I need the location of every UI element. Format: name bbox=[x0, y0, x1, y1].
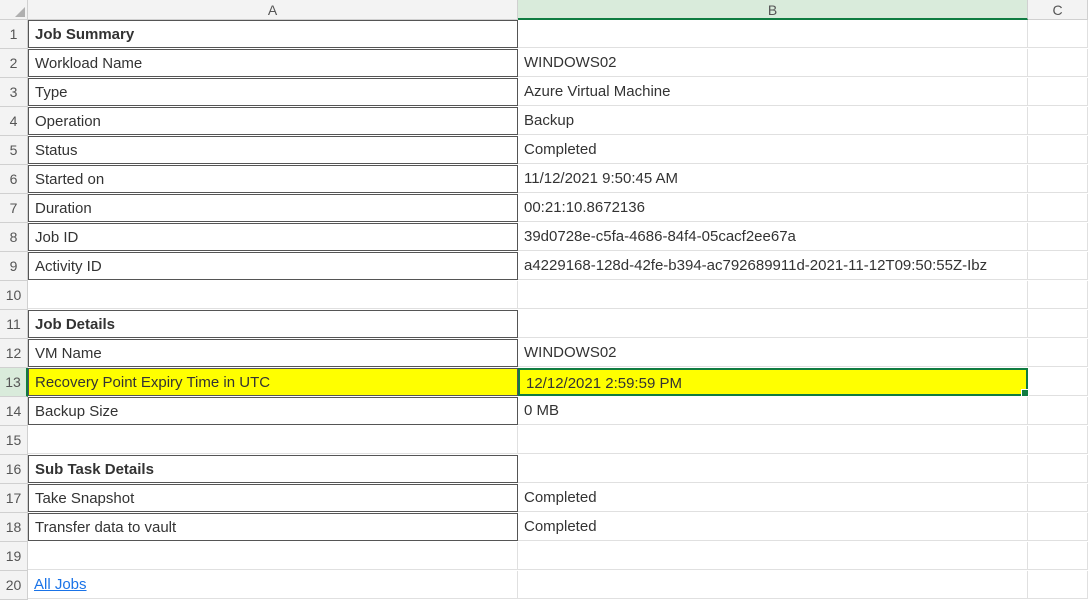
cell-b11[interactable] bbox=[518, 310, 1028, 338]
cell-a12[interactable]: VM Name bbox=[28, 339, 518, 367]
cell-c10[interactable] bbox=[1028, 281, 1088, 309]
cell-c18[interactable] bbox=[1028, 513, 1088, 541]
cell-b16[interactable] bbox=[518, 455, 1028, 483]
cell-b6[interactable]: 11/12/2021 9:50:45 AM bbox=[518, 165, 1028, 193]
all-jobs-link[interactable]: All Jobs bbox=[34, 576, 87, 593]
cell-c11[interactable] bbox=[1028, 310, 1088, 338]
row-header[interactable]: 1 bbox=[0, 20, 28, 49]
cell-a7[interactable]: Duration bbox=[28, 194, 518, 222]
cell-b15[interactable] bbox=[518, 426, 1028, 454]
cell-c12[interactable] bbox=[1028, 339, 1088, 367]
cell-a8[interactable]: Job ID bbox=[28, 223, 518, 251]
cell-a4[interactable]: Operation bbox=[28, 107, 518, 135]
row-header[interactable]: 10 bbox=[0, 281, 28, 310]
cell-c7[interactable] bbox=[1028, 194, 1088, 222]
cell-a11[interactable]: Job Details bbox=[28, 310, 518, 338]
cell-c8[interactable] bbox=[1028, 223, 1088, 251]
row-header[interactable]: 17 bbox=[0, 484, 28, 513]
row-header[interactable]: 7 bbox=[0, 194, 28, 223]
cell-c15[interactable] bbox=[1028, 426, 1088, 454]
row-header[interactable]: 5 bbox=[0, 136, 28, 165]
cell-a18[interactable]: Transfer data to vault bbox=[28, 513, 518, 541]
cell-b5[interactable]: Completed bbox=[518, 136, 1028, 164]
row-header[interactable]: 19 bbox=[0, 542, 28, 571]
row-header[interactable]: 3 bbox=[0, 78, 28, 107]
row-header[interactable]: 9 bbox=[0, 252, 28, 281]
cell-a17[interactable]: Take Snapshot bbox=[28, 484, 518, 512]
cell-b1[interactable] bbox=[518, 20, 1028, 48]
cell-a2[interactable]: Workload Name bbox=[28, 49, 518, 77]
cell-c19[interactable] bbox=[1028, 542, 1088, 570]
cell-c4[interactable] bbox=[1028, 107, 1088, 135]
cell-b18[interactable]: Completed bbox=[518, 513, 1028, 541]
cell-c13[interactable] bbox=[1028, 368, 1088, 396]
row-header[interactable]: 12 bbox=[0, 339, 28, 368]
row-header[interactable]: 15 bbox=[0, 426, 28, 455]
row-header[interactable]: 16 bbox=[0, 455, 28, 484]
cell-a13[interactable]: Recovery Point Expiry Time in UTC bbox=[28, 368, 518, 396]
row-header[interactable]: 18 bbox=[0, 513, 28, 542]
cell-b13-selected[interactable]: 12/12/2021 2:59:59 PM bbox=[518, 368, 1028, 396]
cell-a1[interactable]: Job Summary bbox=[28, 20, 518, 48]
cell-a10[interactable] bbox=[28, 281, 518, 309]
cell-b20[interactable] bbox=[518, 571, 1028, 599]
cell-b19[interactable] bbox=[518, 542, 1028, 570]
cell-c1[interactable] bbox=[1028, 20, 1088, 48]
cell-b2[interactable]: WINDOWS02 bbox=[518, 49, 1028, 77]
cell-b3[interactable]: Azure Virtual Machine bbox=[518, 78, 1028, 106]
column-header-b[interactable]: B bbox=[518, 0, 1028, 20]
cell-c14[interactable] bbox=[1028, 397, 1088, 425]
cell-b4[interactable]: Backup bbox=[518, 107, 1028, 135]
row-header[interactable]: 14 bbox=[0, 397, 28, 426]
cell-c16[interactable] bbox=[1028, 455, 1088, 483]
cell-a5[interactable]: Status bbox=[28, 136, 518, 164]
cell-b17[interactable]: Completed bbox=[518, 484, 1028, 512]
select-all-corner[interactable] bbox=[0, 0, 28, 20]
cell-c2[interactable] bbox=[1028, 49, 1088, 77]
cell-a6[interactable]: Started on bbox=[28, 165, 518, 193]
cell-c9[interactable] bbox=[1028, 252, 1088, 280]
spreadsheet-grid: A B C 1 Job Summary 2 Workload Name WIND… bbox=[0, 0, 1091, 600]
cell-a15[interactable] bbox=[28, 426, 518, 454]
cell-c20[interactable] bbox=[1028, 571, 1088, 599]
column-header-c[interactable]: C bbox=[1028, 0, 1088, 20]
cell-b10[interactable] bbox=[518, 281, 1028, 309]
row-header[interactable]: 2 bbox=[0, 49, 28, 78]
cell-b9[interactable]: a4229168-128d-42fe-b394-ac792689911d-202… bbox=[518, 252, 1028, 280]
cell-a9[interactable]: Activity ID bbox=[28, 252, 518, 280]
cell-a20[interactable]: All Jobs bbox=[28, 571, 518, 599]
cell-a16[interactable]: Sub Task Details bbox=[28, 455, 518, 483]
row-header[interactable]: 13 bbox=[0, 368, 28, 397]
row-header[interactable]: 8 bbox=[0, 223, 28, 252]
cell-c17[interactable] bbox=[1028, 484, 1088, 512]
cell-a14[interactable]: Backup Size bbox=[28, 397, 518, 425]
cell-b7[interactable]: 00:21:10.8672136 bbox=[518, 194, 1028, 222]
row-header[interactable]: 6 bbox=[0, 165, 28, 194]
row-header[interactable]: 20 bbox=[0, 571, 28, 600]
row-header[interactable]: 11 bbox=[0, 310, 28, 339]
column-header-a[interactable]: A bbox=[28, 0, 518, 20]
cell-b12[interactable]: WINDOWS02 bbox=[518, 339, 1028, 367]
cell-c5[interactable] bbox=[1028, 136, 1088, 164]
cell-c6[interactable] bbox=[1028, 165, 1088, 193]
cell-a19[interactable] bbox=[28, 542, 518, 570]
cell-b14[interactable]: 0 MB bbox=[518, 397, 1028, 425]
cell-c3[interactable] bbox=[1028, 78, 1088, 106]
cell-a3[interactable]: Type bbox=[28, 78, 518, 106]
cell-b8[interactable]: 39d0728e-c5fa-4686-84f4-05cacf2ee67a bbox=[518, 223, 1028, 251]
row-header[interactable]: 4 bbox=[0, 107, 28, 136]
